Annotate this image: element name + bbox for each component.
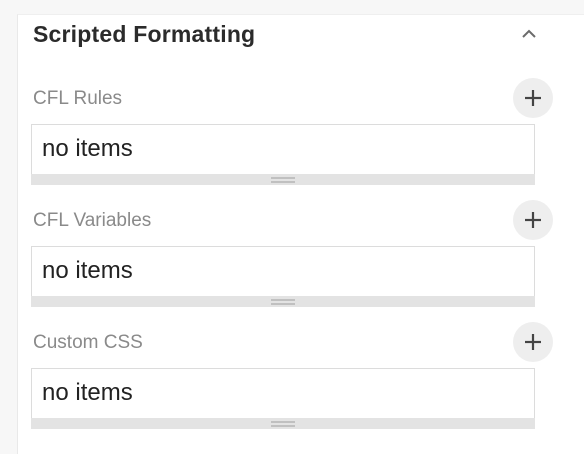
custom-css-resize-handle[interactable] [31,418,535,429]
collapse-button[interactable] [515,20,543,48]
add-cfl-variable-button[interactable] [513,200,553,240]
cfl-rules-list[interactable]: no items [31,124,535,174]
grip-icon [271,177,295,183]
chevron-up-icon [522,29,536,38]
panel-title: Scripted Formatting [33,21,256,47]
plus-icon [525,90,541,106]
custom-css-list[interactable]: no items [31,368,535,418]
empty-list-text: no items [42,257,133,284]
empty-list-text: no items [42,379,133,406]
cfl-variables-resize-handle[interactable] [31,296,535,307]
plus-icon [525,212,541,228]
section-label: CFL Rules [33,88,123,109]
grip-icon [271,299,295,305]
plus-icon [525,334,541,350]
empty-list-text: no items [42,135,133,162]
panel-header: Scripted Formatting [33,18,543,50]
section-label: Custom CSS [33,332,143,353]
section-label: CFL Variables [33,210,152,231]
add-cfl-rule-button[interactable] [513,78,553,118]
grip-icon [271,421,295,427]
add-custom-css-button[interactable] [513,322,553,362]
cfl-rules-resize-handle[interactable] [31,174,535,185]
cfl-variables-list[interactable]: no items [31,246,535,296]
